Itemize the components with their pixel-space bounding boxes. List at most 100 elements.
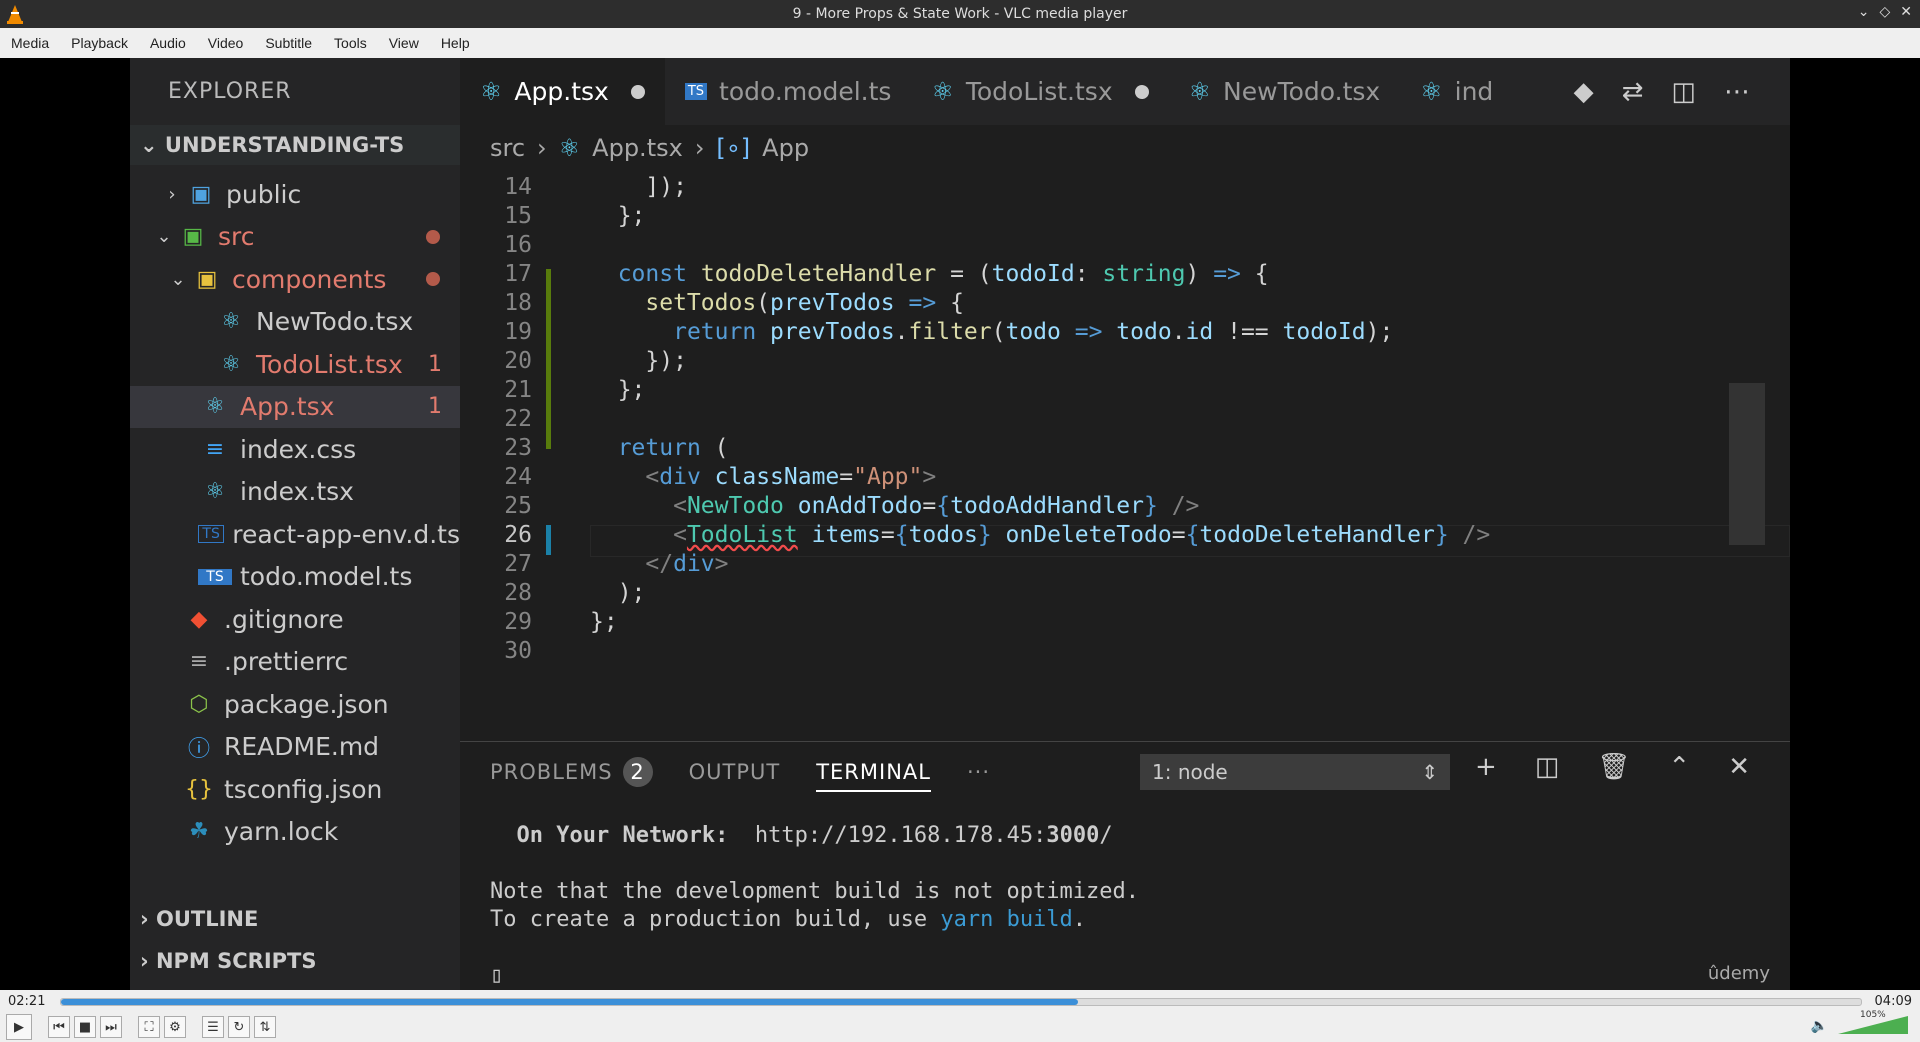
tree-item: {} tsconfig.json <box>130 768 460 811</box>
code-editor[interactable]: 14 15 16 17 18 19 20 21 22 23 24 25 26 2… <box>460 171 1790 741</box>
tree-item-label: .gitignore <box>224 604 344 634</box>
maximize-icon[interactable]: ◇ <box>1879 4 1890 20</box>
json-icon: {} <box>185 776 213 802</box>
tree-item-label: react-app-env.d.ts <box>232 519 460 549</box>
volume-slider[interactable]: 105% <box>1838 1010 1908 1034</box>
tree-item: ⬡ package.json <box>130 683 460 726</box>
fullscreen-button[interactable]: ⛶ <box>138 1016 160 1038</box>
chevron-down-icon: ⌄ <box>170 268 186 290</box>
play-button[interactable]: ▶ <box>6 1014 32 1040</box>
tab-newtodo[interactable]: ⚛ NewTodo.tsx <box>1169 58 1401 125</box>
npm-scripts-section[interactable]: › NPM SCRIPTS <box>130 940 460 982</box>
react-icon: ⚛ <box>931 77 954 106</box>
more-actions-icon[interactable]: ⋯ <box>1724 77 1750 107</box>
split-terminal-icon[interactable]: ◫ <box>1535 752 1560 782</box>
terminal-port: 3000 <box>1046 823 1100 848</box>
modified-dot-icon <box>426 229 440 244</box>
tab-terminal[interactable]: TERMINAL <box>816 760 931 792</box>
typescript-icon: TS <box>684 83 708 100</box>
yarn-icon: ☘ <box>189 819 209 845</box>
line-number: 22 <box>504 406 532 432</box>
trash-icon[interactable]: 🗑 <box>1597 752 1630 782</box>
menu-audio[interactable]: Audio <box>139 35 197 51</box>
minimize-icon[interactable]: ⌄ <box>1858 4 1870 20</box>
line-number: 29 <box>504 609 532 635</box>
terminal-url: http://192.168.178.45: <box>754 823 1047 848</box>
volume-level: 105% <box>1860 1010 1886 1020</box>
breadcrumb-item[interactable]: App <box>762 134 809 162</box>
terminal-network-label: On Your Network: <box>516 823 729 848</box>
terminal-select[interactable]: 1: node ⇕ <box>1140 754 1450 790</box>
next-button[interactable]: ⏭ <box>100 1016 122 1038</box>
tree-item: ≡ .prettierrc <box>130 641 460 684</box>
tab-problems[interactable]: PROBLEMS 2 <box>490 757 653 787</box>
line-number: 15 <box>504 203 532 229</box>
split-editor-icon[interactable]: ◫ <box>1671 77 1696 107</box>
extended-settings-button[interactable]: ⚙ <box>164 1016 186 1038</box>
line-number: 14 <box>504 174 532 200</box>
chevron-up-icon[interactable]: ⌃ <box>1668 752 1690 782</box>
menu-media[interactable]: Media <box>0 35 60 51</box>
terminal-select-value: 1: node <box>1152 760 1228 784</box>
stop-button[interactable]: ■ <box>74 1016 96 1038</box>
menu-view[interactable]: View <box>378 35 430 51</box>
tree-item-label: NewTodo.tsx <box>256 307 414 337</box>
speaker-icon[interactable]: 🔈 <box>1811 1018 1828 1034</box>
menu-video[interactable]: Video <box>197 35 255 51</box>
new-terminal-icon[interactable]: + <box>1475 752 1497 782</box>
menu-tools[interactable]: Tools <box>323 35 378 51</box>
tab-app-tsx[interactable]: ⚛ App.tsx <box>460 58 665 125</box>
code-line: setTodos(prevTodos => { <box>645 290 964 316</box>
open-changes-icon[interactable]: ⇄ <box>1622 77 1644 107</box>
tree-item-label: yarn.lock <box>224 817 339 847</box>
react-icon: ⚛ <box>221 309 241 335</box>
menu-help[interactable]: Help <box>430 35 481 51</box>
tab-todolist[interactable]: ⚛ TodoList.tsx <box>911 58 1168 125</box>
error-count-badge: 1 <box>428 394 442 420</box>
loop-button[interactable]: ↻ <box>228 1016 250 1038</box>
close-icon[interactable]: ✕ <box>1900 4 1912 20</box>
chevron-right-icon: › <box>140 949 156 973</box>
info-icon: ⓘ <box>187 736 210 762</box>
tree-item-label: src <box>218 222 255 252</box>
breadcrumb-item[interactable]: src <box>490 134 525 162</box>
folder-icon: ▣ <box>196 266 218 292</box>
terminal-line: Note that the development build is not o… <box>490 879 1140 904</box>
chevron-right-icon: › <box>694 134 705 162</box>
tab-index[interactable]: ⚛ ind <box>1400 58 1513 125</box>
code-line: return ( <box>617 435 729 461</box>
react-icon: ⚛ <box>221 351 241 377</box>
menu-bar: Media Playback Audio Video Subtitle Tool… <box>0 28 1920 58</box>
close-panel-icon[interactable]: ✕ <box>1728 752 1750 782</box>
line-number: 25 <box>504 493 532 519</box>
unsaved-dot-icon <box>1134 84 1149 99</box>
tree-item: ☘ yarn.lock <box>130 811 460 854</box>
seek-bar[interactable] <box>60 998 1862 1006</box>
tab-todo-model[interactable]: TS todo.model.ts <box>665 58 912 125</box>
tree-item: ⓘ README.md <box>130 726 460 769</box>
chevron-down-icon: ⌄ <box>140 133 165 157</box>
video-area[interactable]: EXPLORER ⌄ UNDERSTANDING-TS › ▣ public ⌄ ▣ s… <box>0 58 1920 990</box>
code-line: }); <box>590 348 687 374</box>
menu-playback[interactable]: Playback <box>60 35 139 51</box>
tree-item-label: todo.model.ts <box>240 562 413 592</box>
tab-output[interactable]: OUTPUT <box>689 760 781 784</box>
panel-more-icon[interactable]: ··· <box>967 760 990 784</box>
git-compare-icon[interactable]: ◆ <box>1574 77 1594 107</box>
breadcrumb-item[interactable]: App.tsx <box>592 134 683 162</box>
tab-label: todo.model.ts <box>719 77 892 106</box>
previous-button[interactable]: ⏮ <box>48 1016 70 1038</box>
folder-src-icon: ▣ <box>182 224 204 250</box>
terminal-output[interactable]: On Your Network: http://192.168.178.45:3… <box>490 822 1139 990</box>
tree-item: ⚛ TodoList.tsx 1 <box>130 343 460 386</box>
minimap-slider[interactable] <box>1729 383 1765 545</box>
outline-section[interactable]: › OUTLINE <box>130 898 460 940</box>
tab-label: NewTodo.tsx <box>1223 77 1381 106</box>
menu-subtitle[interactable]: Subtitle <box>254 35 323 51</box>
shuffle-button[interactable]: ⇅ <box>254 1016 276 1038</box>
tree-item: › ▣ public <box>130 173 460 216</box>
tree-item-label: public <box>226 179 302 209</box>
playlist-button[interactable]: ☰ <box>202 1016 224 1038</box>
code-line: <NewTodo onAddTodo={todoAddHandler} /> <box>673 493 1200 519</box>
breadcrumb: src › ⚛ App.tsx › [∘] App <box>460 125 1790 171</box>
